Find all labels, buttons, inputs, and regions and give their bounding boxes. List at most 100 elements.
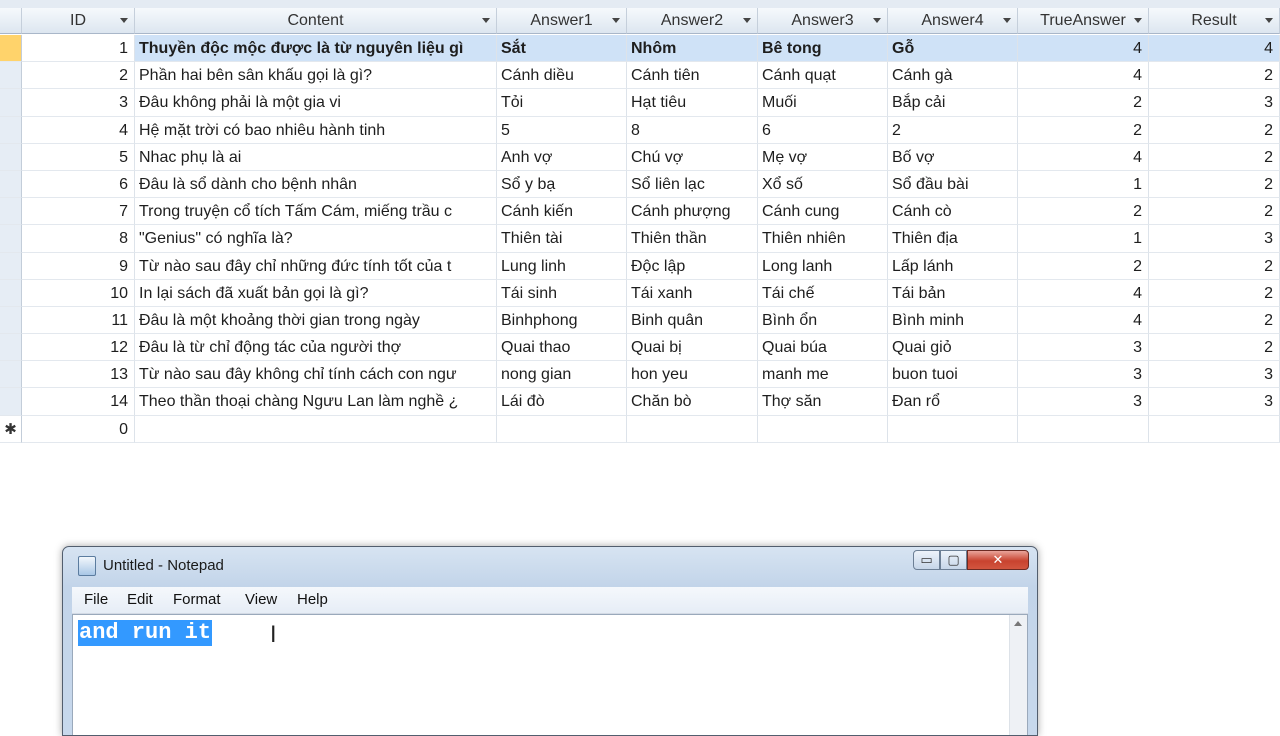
new-record-icon[interactable]: ✱ (0, 415, 22, 443)
cell-answer4[interactable]: 2 (888, 116, 1018, 144)
record-selector[interactable] (0, 198, 22, 226)
table-row[interactable]: 4 Hệ mặt trời có bao nhiêu hành tinh 5 8 6 2 2… (0, 116, 1280, 144)
cell-answer4[interactable]: Lấp lánh (888, 252, 1018, 280)
cell-id[interactable]: 10 (22, 279, 135, 307)
vertical-scrollbar[interactable] (1009, 615, 1027, 735)
cell-answer4[interactable]: Bình minh (888, 306, 1018, 335)
cell-answer2[interactable]: Cánh tiên (627, 62, 758, 90)
cell-answer1[interactable]: 5 (497, 116, 627, 144)
cell-answer3[interactable]: Muối (758, 89, 888, 117)
cell-trueanswer[interactable]: 4 (1018, 306, 1149, 335)
cell-result[interactable]: 2 (1149, 116, 1280, 144)
cell-answer2[interactable] (627, 415, 758, 443)
cell-answer1[interactable]: Lái đò (497, 388, 627, 416)
cell-content[interactable]: Trong truyện cổ tích Tấm Cám, miếng trầu… (135, 198, 497, 226)
record-selector[interactable] (0, 62, 22, 90)
cell-answer4[interactable]: Đan rổ (888, 388, 1018, 416)
record-selector[interactable] (0, 143, 22, 171)
cell-result[interactable]: 2 (1149, 334, 1280, 362)
cell-answer3[interactable]: Quai búa (758, 334, 888, 362)
record-selector[interactable] (0, 89, 22, 117)
column-header-answer1[interactable]: Answer1 (497, 8, 627, 34)
cell-result[interactable]: 3 (1149, 361, 1280, 389)
cell-answer2[interactable]: Thiên thần (627, 225, 758, 253)
cell-trueanswer[interactable]: 4 (1018, 143, 1149, 171)
cell-answer1[interactable]: Anh vợ (497, 143, 627, 171)
cell-id[interactable]: 0 (22, 415, 135, 443)
cell-answer4[interactable]: Cánh cò (888, 198, 1018, 226)
cell-answer2[interactable]: Quai bị (627, 334, 758, 362)
cell-result[interactable]: 2 (1149, 143, 1280, 171)
cell-answer4[interactable]: Thiên địa (888, 225, 1018, 253)
cell-result[interactable]: 3 (1149, 225, 1280, 253)
cell-content[interactable]: Đâu là từ chỉ động tác của người thợ (135, 334, 497, 362)
record-selector[interactable] (0, 334, 22, 362)
cell-answer4[interactable]: Sổ đầu bài (888, 170, 1018, 199)
cell-answer1[interactable]: Lung linh (497, 252, 627, 280)
column-header-id[interactable]: ID (22, 8, 135, 34)
close-button[interactable]: ✕ (967, 550, 1029, 570)
cell-trueanswer[interactable]: 2 (1018, 89, 1149, 117)
filter-dropdown-icon[interactable] (120, 18, 128, 23)
cell-answer1[interactable]: Thiên tài (497, 225, 627, 253)
cell-answer1[interactable]: Cánh diều (497, 62, 627, 90)
cell-trueanswer[interactable]: 3 (1018, 388, 1149, 416)
notepad-window[interactable]: Untitled - Notepad ▭ ▢ ✕ File Edit Forma… (62, 546, 1038, 736)
cell-result[interactable]: 3 (1149, 89, 1280, 117)
table-row[interactable]: 12 Đâu là từ chỉ động tác của người thợ Qu… (0, 334, 1280, 362)
cell-answer4[interactable]: buon tuoi (888, 361, 1018, 389)
column-header-answer4[interactable]: Answer4 (888, 8, 1018, 34)
maximize-button[interactable]: ▢ (940, 550, 967, 570)
cell-id[interactable]: 14 (22, 388, 135, 416)
cell-answer3[interactable] (758, 415, 888, 443)
cell-answer3[interactable]: Bình ổn (758, 306, 888, 335)
cell-answer1[interactable]: nong gian (497, 361, 627, 389)
cell-answer2[interactable]: Độc lập (627, 252, 758, 280)
cell-content[interactable]: "Genius" có nghĩa là? (135, 225, 497, 253)
cell-answer1[interactable]: Tỏi (497, 89, 627, 117)
cell-id[interactable]: 9 (22, 252, 135, 280)
table-row[interactable]: 8 "Genius" có nghĩa là? Thiên tài Thiên thầ… (0, 225, 1280, 253)
cell-trueanswer[interactable]: 1 (1018, 170, 1149, 199)
cell-id[interactable]: 11 (22, 306, 135, 335)
menu-help[interactable]: Help (297, 591, 328, 608)
filter-dropdown-icon[interactable] (873, 18, 881, 23)
cell-answer4[interactable]: Quai giỏ (888, 334, 1018, 362)
cell-id[interactable]: 13 (22, 361, 135, 389)
filter-dropdown-icon[interactable] (1265, 18, 1273, 23)
filter-dropdown-icon[interactable] (482, 18, 490, 23)
cell-answer2[interactable]: Chăn bò (627, 388, 758, 416)
table-row[interactable]: 5 Nhac phụ là ai Anh vợ Chú vợ Mẹ vợ Bố vợ 4 2 (0, 143, 1280, 171)
table-row[interactable]: 14 Theo thần thoại chàng Ngưu Lan làm ngh… (0, 388, 1280, 416)
record-selector[interactable] (0, 252, 22, 280)
cell-content[interactable]: Nhac phụ là ai (135, 143, 497, 171)
cell-trueanswer[interactable]: 4 (1018, 279, 1149, 307)
cell-trueanswer[interactable]: 4 (1018, 35, 1149, 63)
cell-answer3[interactable]: Tái chế (758, 279, 888, 307)
cell-result[interactable]: 2 (1149, 62, 1280, 90)
cell-result[interactable]: 2 (1149, 279, 1280, 307)
filter-dropdown-icon[interactable] (612, 18, 620, 23)
record-selector[interactable] (0, 361, 22, 389)
cell-result[interactable]: 4 (1149, 35, 1280, 63)
cell-id[interactable]: 2 (22, 62, 135, 90)
menu-view[interactable]: View (245, 591, 277, 608)
cell-result[interactable]: 2 (1149, 198, 1280, 226)
cell-result[interactable] (1149, 415, 1280, 443)
menu-file[interactable]: File (84, 591, 108, 608)
cell-content[interactable]: Đâu không phải là một gia vi (135, 89, 497, 117)
cell-answer4[interactable]: Bố vợ (888, 143, 1018, 171)
cell-answer4[interactable]: Tái bản (888, 279, 1018, 307)
table-row[interactable]: 9 Từ nào sau đây chỉ những đức tính tốt c… (0, 252, 1280, 280)
cell-answer2[interactable]: Tái xanh (627, 279, 758, 307)
cell-answer1[interactable]: Cánh kiến (497, 198, 627, 226)
scroll-up-icon[interactable] (1014, 621, 1022, 626)
cell-answer4[interactable]: Gỗ (888, 35, 1018, 63)
filter-dropdown-icon[interactable] (743, 18, 751, 23)
cell-content[interactable]: Thuyền độc mộc được là từ nguyên liệu gì (135, 35, 497, 63)
cell-content[interactable]: Từ nào sau đây không chỉ tính cách con n… (135, 361, 497, 389)
cell-answer1[interactable]: Binhphong (497, 306, 627, 335)
cell-trueanswer[interactable]: 3 (1018, 334, 1149, 362)
cell-answer4[interactable]: Cánh gà (888, 62, 1018, 90)
table-row[interactable]: 3 Đâu không phải là một gia vi Tỏi Hạt tiêu… (0, 89, 1280, 117)
